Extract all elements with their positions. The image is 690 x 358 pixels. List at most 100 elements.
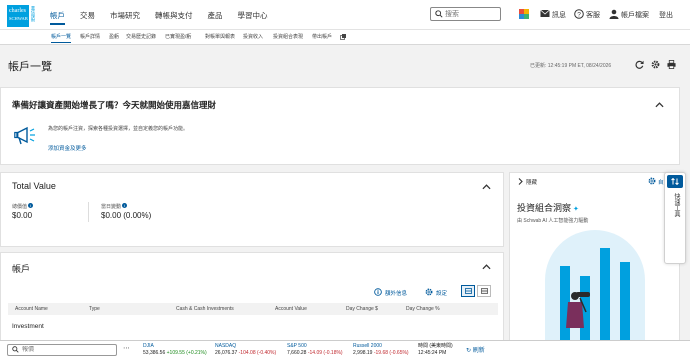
megaphone-icon bbox=[14, 126, 35, 145]
info-icon[interactable]: i bbox=[122, 203, 128, 208]
ticker-time: 時間 (美東時間) 12:45:24 PM bbox=[418, 343, 453, 357]
subnav-item-external[interactable]: 帶出帳戶 bbox=[312, 33, 332, 40]
search-field[interactable] bbox=[430, 7, 501, 21]
ticker-change: -104.08 (-0.40%) bbox=[238, 350, 277, 356]
nav-item-trade[interactable]: 交易 bbox=[80, 10, 95, 21]
sparkle-icon: ✦ bbox=[571, 206, 579, 213]
subnav-item-pnl[interactable]: 盈虧 bbox=[109, 33, 119, 40]
external-link-icon bbox=[340, 34, 346, 40]
search-input[interactable] bbox=[445, 9, 499, 19]
nav-item-research[interactable]: 市場研究 bbox=[110, 10, 140, 21]
ticker-value: 26,076.37 bbox=[215, 350, 238, 356]
quick-tools-toggle[interactable] bbox=[667, 175, 683, 188]
add-funds-link[interactable]: 添加資金及更多 bbox=[48, 144, 87, 152]
refresh-label: 刷新 bbox=[472, 348, 485, 354]
messages-link[interactable]: 訊息 bbox=[552, 10, 566, 20]
schwab-logo[interactable]: charles SCHWAB bbox=[7, 5, 29, 27]
search-icon bbox=[435, 10, 443, 18]
nav-item-learning[interactable]: 學習中心 bbox=[238, 10, 268, 21]
logo-line2: SCHWAB bbox=[9, 16, 28, 21]
promo-description: 為您的帳戶注資，探索各種投資選擇，並自定義您的帳戶功能。 bbox=[48, 126, 189, 132]
top-navigation: charles SCHWAB 嘉信理財 帳戶 交易 市場研究 轉帳與支付 產品 … bbox=[0, 0, 690, 30]
col-account-name[interactable]: Account Name bbox=[15, 306, 48, 312]
total-label: 總價值 bbox=[12, 204, 28, 210]
accounts-table-header: Account Name Type Cash & Cash Investment… bbox=[8, 303, 498, 315]
profile-link[interactable]: 帳戶檔案 bbox=[621, 10, 649, 20]
subnav-item-history[interactable]: 交易歷史記錄 bbox=[126, 33, 156, 40]
day-change-label: 當日變動 bbox=[101, 204, 122, 210]
settings-icon[interactable] bbox=[651, 60, 660, 69]
col-account-value[interactable]: Account Value bbox=[275, 306, 307, 312]
collapse-chevron-icon[interactable] bbox=[655, 102, 664, 108]
quote-search-field[interactable] bbox=[7, 344, 117, 356]
day-change-value: $0.00 (0.00%) bbox=[101, 211, 152, 220]
gear-icon[interactable] bbox=[648, 177, 656, 185]
ticker-item-djia[interactable]: DJIA 53,386.56 +109.55 (+0.21%) bbox=[143, 343, 207, 357]
logout-link[interactable]: 登出 bbox=[659, 10, 673, 20]
logo-subtitle: 嘉信理財 bbox=[31, 6, 36, 22]
compact-view-icon bbox=[465, 288, 472, 294]
time-label: 時間 (美東時間) bbox=[418, 343, 453, 349]
info-icon[interactable]: i bbox=[28, 203, 34, 208]
accounts-title: 帳戶 bbox=[12, 264, 31, 274]
user-icon[interactable] bbox=[609, 9, 619, 19]
market-ticker-bar: ⋯ DJIA 53,386.56 +109.55 (+0.21%) NASDAQ… bbox=[0, 340, 690, 358]
svg-text:?: ? bbox=[577, 12, 581, 19]
total-value: $0.00 bbox=[12, 211, 33, 220]
support-link[interactable]: 客服 bbox=[586, 10, 600, 20]
subnav-item-statements[interactable]: 對帳單與報表 bbox=[205, 33, 235, 40]
ticker-change: +109.55 (+0.21%) bbox=[166, 350, 207, 356]
ticker-value: 2,998.19 bbox=[353, 350, 373, 356]
subnav-item-overview[interactable]: 帳戶一覽 bbox=[51, 33, 72, 43]
extra-info-link[interactable]: 額外信息 bbox=[385, 289, 407, 297]
ticker-value: 53,386.56 bbox=[143, 350, 166, 356]
accounts-card bbox=[0, 252, 504, 344]
col-cash[interactable]: Cash & Cash Investments bbox=[176, 306, 234, 312]
quick-tools-label: 快速工具 bbox=[673, 193, 679, 217]
search-icon bbox=[12, 346, 19, 353]
col-type[interactable]: Type bbox=[89, 306, 100, 312]
col-day-change-dollar[interactable]: Day Change $ bbox=[346, 306, 378, 312]
subnav-item-income[interactable]: 投資收入 bbox=[243, 33, 263, 40]
chevron-right-icon[interactable] bbox=[518, 178, 523, 185]
refresh-icon: ↻ bbox=[466, 348, 472, 354]
quote-input[interactable] bbox=[22, 346, 114, 354]
ticker-item-nasdaq[interactable]: NASDAQ 26,076.37 -104.08 (-0.40%) bbox=[215, 343, 276, 357]
ai-assistant-icon[interactable] bbox=[519, 9, 529, 19]
subnav-item-realized[interactable]: 已實現盈/虧 bbox=[165, 33, 191, 40]
main-nav: 帳戶 交易 市場研究 轉帳與支付 產品 學習中心 bbox=[50, 10, 283, 25]
subnav-item-performance[interactable]: 投資組合表現 bbox=[273, 33, 303, 40]
divider bbox=[88, 202, 89, 222]
quick-tools-tab[interactable]: 快速工具 bbox=[664, 172, 686, 264]
mail-icon[interactable] bbox=[540, 9, 550, 18]
ticker-name: Russell 2000 bbox=[353, 343, 382, 349]
col-day-change-pct[interactable]: Day Change % bbox=[406, 306, 440, 312]
time-value: 12:45:24 PM bbox=[418, 350, 447, 356]
expanded-view-icon bbox=[481, 288, 488, 294]
nav-item-transfers[interactable]: 轉帳與支付 bbox=[155, 10, 193, 21]
settings-link[interactable]: 設定 bbox=[436, 289, 447, 297]
help-icon[interactable]: ? bbox=[574, 9, 584, 19]
refresh-icon[interactable] bbox=[635, 60, 644, 69]
nav-item-accounts[interactable]: 帳戶 bbox=[50, 10, 65, 25]
total-value-card bbox=[0, 172, 504, 247]
promo-title: 準備好讓資產開始增長了嗎？今天就開始使用嘉信理財 bbox=[12, 100, 217, 110]
ticker-item-russell[interactable]: Russell 2000 2,998.19 -19.68 (-0.65%) bbox=[353, 343, 409, 357]
sub-navigation: 帳戶一覽 帳戶詳情 盈虧 交易歷史記錄 已實現盈/虧 對帳單與報表 投資收入 投… bbox=[0, 30, 690, 45]
view-toggle-expanded[interactable] bbox=[477, 285, 491, 297]
nav-item-products[interactable]: 產品 bbox=[208, 10, 223, 21]
print-icon[interactable] bbox=[667, 60, 676, 69]
table-group-label: Investment bbox=[12, 323, 44, 330]
subnav-item-details[interactable]: 帳戶詳情 bbox=[80, 33, 100, 40]
total-value-title: Total Value bbox=[12, 181, 56, 191]
collapse-chevron-icon[interactable] bbox=[482, 264, 491, 270]
more-options-icon[interactable]: ⋯ bbox=[123, 344, 130, 352]
hide-panel-button[interactable]: 隱藏 bbox=[526, 178, 537, 186]
ticker-item-sp500[interactable]: S&P 500 7,660.28 -14.09 (-0.18%) bbox=[287, 343, 343, 357]
arrows-icon bbox=[671, 178, 679, 185]
collapse-chevron-icon[interactable] bbox=[482, 184, 491, 190]
gear-icon[interactable] bbox=[425, 288, 433, 296]
refresh-quotes-button[interactable]: ↻ 刷新 bbox=[466, 345, 485, 354]
info-circle-icon[interactable] bbox=[374, 288, 382, 296]
view-toggle-compact[interactable] bbox=[461, 285, 475, 297]
